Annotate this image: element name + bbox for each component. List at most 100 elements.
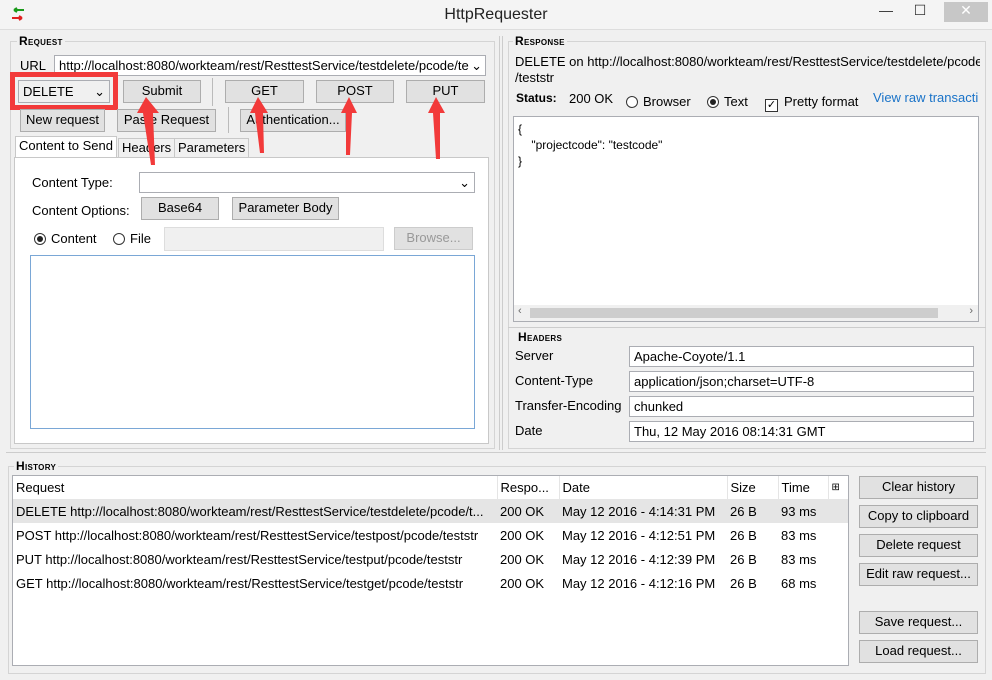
header-name: Date <box>515 423 543 438</box>
edit-raw-request-button[interactable]: Edit raw request... <box>859 563 978 586</box>
tab-parameters[interactable]: Parameters <box>174 138 250 158</box>
cell-time: 93 ms <box>778 499 828 523</box>
chevron-down-icon: ⌄ <box>471 58 482 73</box>
cell-response-status: 200 OK <box>500 575 545 591</box>
cell-empty <box>828 547 848 571</box>
scroll-right-icon[interactable]: › <box>969 305 973 317</box>
cell-request: GET http://localhost:8080/workteam/rest/… <box>16 575 464 591</box>
header-name: Transfer-Encoding <box>515 398 622 413</box>
status-label: Status: <box>516 91 557 105</box>
column-date[interactable]: Date <box>559 476 728 499</box>
content-radio[interactable]: Content <box>34 231 97 246</box>
divider <box>508 327 986 328</box>
pretty-format-label: Pretty format <box>784 94 859 109</box>
cell-empty <box>828 499 848 523</box>
cell-size: 26 B <box>730 527 757 543</box>
header-value[interactable]: Apache-Coyote/1.1 <box>629 346 974 367</box>
cell-date: May 12 2016 - 4:14:31 PM <box>559 499 727 523</box>
horizontal-splitter[interactable] <box>6 452 986 453</box>
close-button[interactable]: ✕ <box>944 2 988 22</box>
url-label: URL <box>20 58 47 73</box>
history-row[interactable]: GET http://localhost:8080/workteam/rest/… <box>13 571 848 595</box>
minimize-button[interactable]: — <box>872 2 900 22</box>
method-value: DELETE <box>23 84 74 99</box>
load-request-button[interactable]: Load request... <box>859 640 978 663</box>
cell-empty <box>828 523 848 547</box>
history-row[interactable]: DELETE http://localhost:8080/workteam/re… <box>13 499 848 523</box>
title-bar: HttpRequester — ☐ ✕ <box>0 0 992 30</box>
header-name: Content-Type <box>515 373 594 388</box>
delete-request-button[interactable]: Delete request <box>859 534 978 557</box>
view-raw-transaction-link[interactable]: View raw transacti <box>873 90 979 105</box>
save-request-button[interactable]: Save request... <box>859 611 978 634</box>
tab-content-to-send[interactable]: Content to Send <box>15 136 117 158</box>
parameter-body-button[interactable]: Parameter Body <box>232 197 339 220</box>
maximize-button[interactable]: ☐ <box>906 2 934 22</box>
cell-request: PUT http://localhost:8080/workteam/rest/… <box>16 551 463 567</box>
vertical-splitter[interactable] <box>499 36 503 450</box>
cell-response-status: 200 OK <box>500 551 545 567</box>
column-time[interactable]: Time <box>778 476 829 499</box>
tab-headers[interactable]: Headers <box>118 138 176 158</box>
put-button[interactable]: PUT <box>406 80 485 103</box>
content-body-textarea[interactable] <box>30 255 475 429</box>
method-select[interactable]: DELETE ⌄ <box>18 80 110 103</box>
cell-size: 26 B <box>730 551 757 567</box>
cell-response-status: 200 OK <box>500 527 545 543</box>
text-radio[interactable]: Text <box>707 94 748 109</box>
clear-history-button[interactable]: Clear history <box>859 476 978 499</box>
request-title: Request <box>17 34 65 48</box>
text-label: Text <box>724 94 748 109</box>
response-summary: DELETE on http://localhost:8080/workteam… <box>515 54 980 69</box>
history-row[interactable]: POST http://localhost:8080/workteam/rest… <box>13 523 848 547</box>
radio-icon <box>113 233 125 245</box>
column-response[interactable]: Respo... <box>497 476 560 499</box>
cell-size: 26 B <box>730 575 757 591</box>
radio-selected-icon <box>34 233 46 245</box>
header-value[interactable]: Thu, 12 May 2016 08:14:31 GMT <box>629 421 974 442</box>
history-row[interactable]: PUT http://localhost:8080/workteam/rest/… <box>13 547 848 571</box>
content-options-label: Content Options: <box>32 203 130 218</box>
header-value[interactable]: application/json;charset=UTF-8 <box>629 371 974 392</box>
header-value[interactable]: chunked <box>629 396 974 417</box>
horizontal-scrollbar[interactable]: ‹ › <box>514 305 978 321</box>
radio-icon <box>626 96 638 108</box>
headers-title: Headers <box>516 330 565 344</box>
new-request-button[interactable]: New request <box>20 109 105 132</box>
column-request[interactable]: Request <box>13 476 498 499</box>
browse-button[interactable]: Browse... <box>394 227 473 250</box>
scrollbar-thumb[interactable] <box>530 308 938 318</box>
response-title: Response <box>513 34 567 48</box>
chevron-down-icon: ⌄ <box>94 84 105 99</box>
cell-time: 68 ms <box>781 575 817 591</box>
url-input[interactable]: http://localhost:8080/workteam/rest/Rest… <box>54 55 486 76</box>
response-summary-cont: /teststr <box>515 70 555 85</box>
content-radio-label: Content <box>51 231 97 246</box>
content-type-select[interactable]: ⌄ <box>139 172 475 193</box>
get-button[interactable]: GET <box>225 80 304 103</box>
header-name: Server <box>515 348 554 363</box>
column-size[interactable]: Size <box>727 476 779 499</box>
window-title: HttpRequester <box>444 6 548 23</box>
file-radio-label: File <box>130 231 151 246</box>
cell-time: 83 ms <box>781 551 817 567</box>
authentication-button[interactable]: Authentication... <box>240 109 346 132</box>
paste-request-button[interactable]: Paste Request <box>117 109 216 132</box>
cell-request: POST http://localhost:8080/workteam/rest… <box>16 527 479 543</box>
post-button[interactable]: POST <box>316 80 394 103</box>
base64-button[interactable]: Base64 <box>141 197 219 220</box>
browser-radio[interactable]: Browser <box>626 94 691 109</box>
file-radio[interactable]: File <box>113 231 151 246</box>
scroll-left-icon[interactable]: ‹ <box>518 305 522 317</box>
response-body: { "projectcode": "testcode" } <box>518 122 663 168</box>
file-path-input[interactable] <box>164 227 384 251</box>
cell-empty <box>828 571 848 595</box>
submit-button[interactable]: Submit <box>123 80 201 103</box>
radio-selected-icon <box>707 96 719 108</box>
copy-to-clipboard-button[interactable]: Copy to clipboard <box>859 505 978 528</box>
response-body-area: { "projectcode": "testcode" } ‹ › <box>513 116 979 322</box>
cell-date: May 12 2016 - 4:12:39 PM <box>562 551 716 567</box>
pretty-format-checkbox[interactable]: ✓ Pretty format <box>765 94 858 112</box>
column-picker-icon[interactable]: ⊞ <box>828 476 848 499</box>
content-type-label: Content Type: <box>32 175 113 190</box>
